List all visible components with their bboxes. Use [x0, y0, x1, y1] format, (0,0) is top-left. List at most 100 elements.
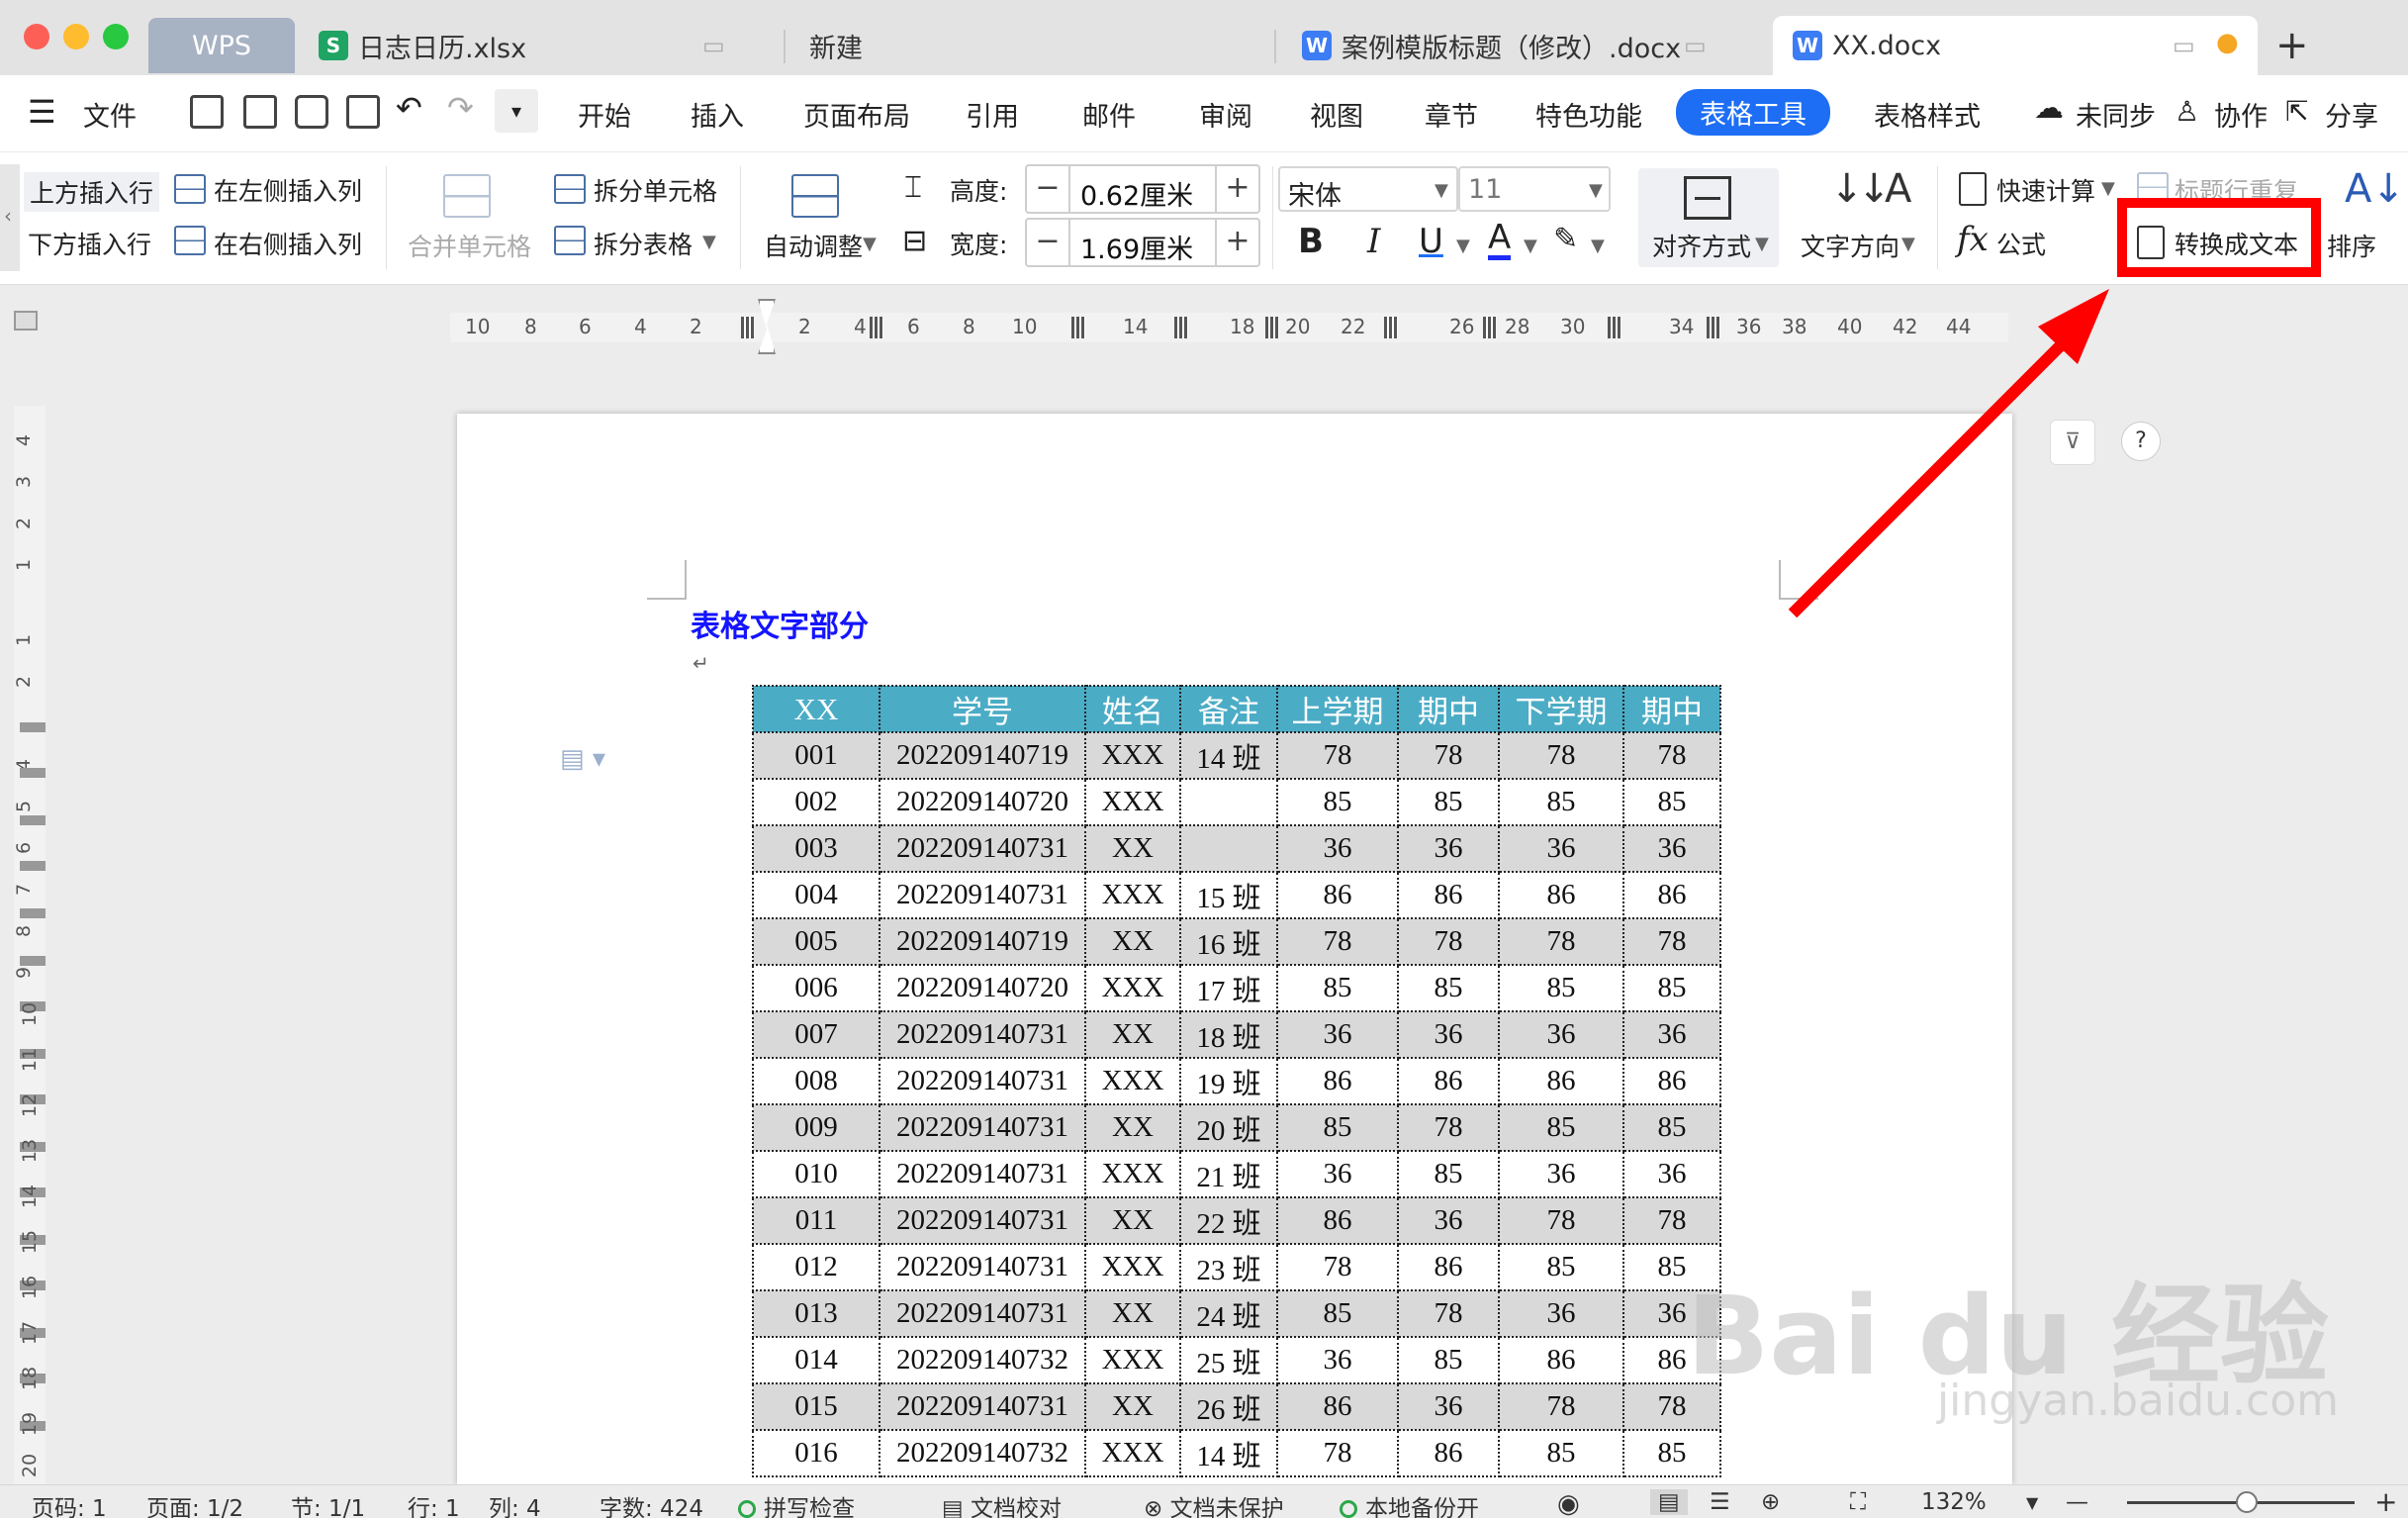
- highlight-dropdown-icon[interactable]: ▼: [1591, 236, 1605, 256]
- monitor-icon[interactable]: ▭: [2173, 32, 2195, 59]
- width-increase-button[interactable]: +: [1215, 220, 1258, 265]
- menu-view[interactable]: 视图: [1310, 95, 1363, 134]
- table-cell[interactable]: 85: [1276, 1289, 1399, 1338]
- status-section[interactable]: 节: 1/1: [291, 1489, 365, 1518]
- table-cell[interactable]: 86: [1622, 871, 1721, 919]
- text-direction-dropdown-icon[interactable]: ▼: [1901, 234, 1915, 254]
- table-cell[interactable]: 012: [752, 1243, 880, 1291]
- menu-section[interactable]: 章节: [1425, 95, 1478, 134]
- height-value[interactable]: 0.62厘米: [1080, 174, 1193, 213]
- table-cell[interactable]: 86: [1276, 1196, 1399, 1245]
- paragraph-options-icon[interactable]: ▤ ▾: [560, 744, 605, 774]
- height-increase-button[interactable]: +: [1215, 166, 1258, 212]
- table-cell[interactable]: 202209140731: [879, 1196, 1086, 1245]
- table-cell[interactable]: 78: [1276, 917, 1399, 966]
- table-cell[interactable]: 85: [1622, 1103, 1721, 1152]
- table-cell[interactable]: 36: [1622, 1150, 1721, 1198]
- table-cell[interactable]: 202209140731: [879, 1382, 1086, 1431]
- table-cell[interactable]: 202209140732: [879, 1336, 1086, 1384]
- table-cell[interactable]: 202209140731: [879, 824, 1086, 873]
- document-heading[interactable]: 表格文字部分: [691, 602, 869, 645]
- menu-table-tools[interactable]: 表格工具: [1676, 89, 1830, 136]
- table-cell[interactable]: 78: [1498, 917, 1624, 966]
- table-cell[interactable]: 85: [1498, 1243, 1624, 1291]
- status-word-count[interactable]: 字数: 424: [600, 1489, 703, 1518]
- table-cell[interactable]: 78: [1498, 731, 1624, 780]
- table-cell[interactable]: 17 班: [1179, 964, 1278, 1012]
- split-table-button[interactable]: 拆分表格: [594, 226, 693, 261]
- table-header-cell[interactable]: XX: [752, 685, 880, 733]
- table-cell[interactable]: 16 班: [1179, 917, 1278, 966]
- table-cell[interactable]: 36: [1498, 1150, 1624, 1198]
- table-cell[interactable]: XX: [1084, 1382, 1181, 1431]
- table-cell[interactable]: [1179, 778, 1278, 826]
- table-cell[interactable]: 85: [1276, 1103, 1399, 1152]
- zoom-dropdown-icon[interactable]: ▼: [2026, 1493, 2038, 1512]
- table-cell[interactable]: 202209140720: [879, 964, 1086, 1012]
- font-color-button[interactable]: A: [1488, 220, 1512, 260]
- status-page[interactable]: 页面: 1/2: [146, 1489, 243, 1518]
- spell-check-button[interactable]: 拼写检查: [738, 1489, 855, 1518]
- table-cell[interactable]: 005: [752, 917, 880, 966]
- table-cell[interactable]: 004: [752, 871, 880, 919]
- table-cell[interactable]: 001: [752, 731, 880, 780]
- collaborate-icon[interactable]: ♙: [2175, 95, 2199, 128]
- ruler-row-marker[interactable]: [20, 815, 46, 825]
- table-cell[interactable]: 36: [1622, 1010, 1721, 1059]
- vertical-ruler[interactable]: 4 3 2 1 1 2 4 5 6 7 8 9 10 11 12 13 14 1…: [13, 406, 46, 1484]
- table-cell[interactable]: 26 班: [1179, 1382, 1278, 1431]
- table-cell[interactable]: [1179, 824, 1278, 873]
- table-cell[interactable]: 85: [1498, 964, 1624, 1012]
- table-cell[interactable]: 36: [1397, 824, 1500, 873]
- menu-start[interactable]: 开始: [578, 95, 631, 134]
- table-cell[interactable]: 78: [1498, 1382, 1624, 1431]
- bold-button[interactable]: B: [1298, 222, 1324, 261]
- protect-button[interactable]: ⊗ 文档未保护: [1144, 1489, 1284, 1518]
- table-cell[interactable]: 78: [1622, 1196, 1721, 1245]
- table-cell[interactable]: 78: [1622, 731, 1721, 780]
- table-cell[interactable]: 23 班: [1179, 1243, 1278, 1291]
- table-cell[interactable]: 202209140720: [879, 778, 1086, 826]
- table-cell[interactable]: 86: [1498, 1336, 1624, 1384]
- side-panel-toggle-icon[interactable]: ⊽: [2050, 420, 2095, 465]
- table-cell[interactable]: 78: [1276, 731, 1399, 780]
- fit-page-icon[interactable]: ⛶: [1850, 1489, 1866, 1515]
- table-cell[interactable]: 36: [1276, 1150, 1399, 1198]
- table-cell[interactable]: 016: [752, 1429, 880, 1477]
- table-cell[interactable]: 78: [1397, 917, 1500, 966]
- backup-button[interactable]: 本地备份开: [1340, 1489, 1479, 1518]
- table-cell[interactable]: 14 班: [1179, 731, 1278, 780]
- table-cell[interactable]: 86: [1498, 1057, 1624, 1105]
- insert-row-above-button[interactable]: 上方插入行: [24, 172, 160, 212]
- status-column[interactable]: 列: 4: [489, 1489, 541, 1518]
- hamburger-menu-icon[interactable]: ☰: [28, 93, 56, 131]
- tab-new[interactable]: 新建: [809, 16, 1274, 75]
- table-cell[interactable]: 85: [1498, 778, 1624, 826]
- ruler-column-marker[interactable]: [1707, 317, 1720, 338]
- menu-mail[interactable]: 邮件: [1082, 95, 1136, 134]
- auto-adjust-dropdown-icon[interactable]: ▼: [863, 234, 877, 254]
- font-color-dropdown-icon[interactable]: ▼: [1524, 236, 1537, 256]
- table-cell[interactable]: 202209140731: [879, 1057, 1086, 1105]
- table-cell[interactable]: XXX: [1084, 1057, 1181, 1105]
- table-cell[interactable]: 36: [1276, 824, 1399, 873]
- table-cell[interactable]: 36: [1498, 824, 1624, 873]
- table-cell[interactable]: 014: [752, 1336, 880, 1384]
- table-cell[interactable]: 202209140731: [879, 1289, 1086, 1338]
- table-cell[interactable]: 85: [1622, 778, 1721, 826]
- menu-sync[interactable]: 未同步: [2076, 95, 2156, 134]
- table-header-cell[interactable]: 期中: [1397, 685, 1500, 733]
- table-cell[interactable]: 19 班: [1179, 1057, 1278, 1105]
- table-cell[interactable]: 202209140731: [879, 1243, 1086, 1291]
- table-cell[interactable]: 86: [1397, 871, 1500, 919]
- table-cell[interactable]: 85: [1276, 778, 1399, 826]
- table-cell[interactable]: 202209140731: [879, 1103, 1086, 1152]
- table-cell[interactable]: 78: [1622, 917, 1721, 966]
- undo-icon[interactable]: ↶: [396, 89, 422, 127]
- zoom-in-button[interactable]: +: [2374, 1485, 2397, 1518]
- table-cell[interactable]: 86: [1622, 1057, 1721, 1105]
- table-cell[interactable]: 21 班: [1179, 1150, 1278, 1198]
- table-cell[interactable]: XX: [1084, 1196, 1181, 1245]
- formula-button[interactable]: 公式: [1996, 226, 2046, 261]
- italic-button[interactable]: I: [1367, 222, 1380, 261]
